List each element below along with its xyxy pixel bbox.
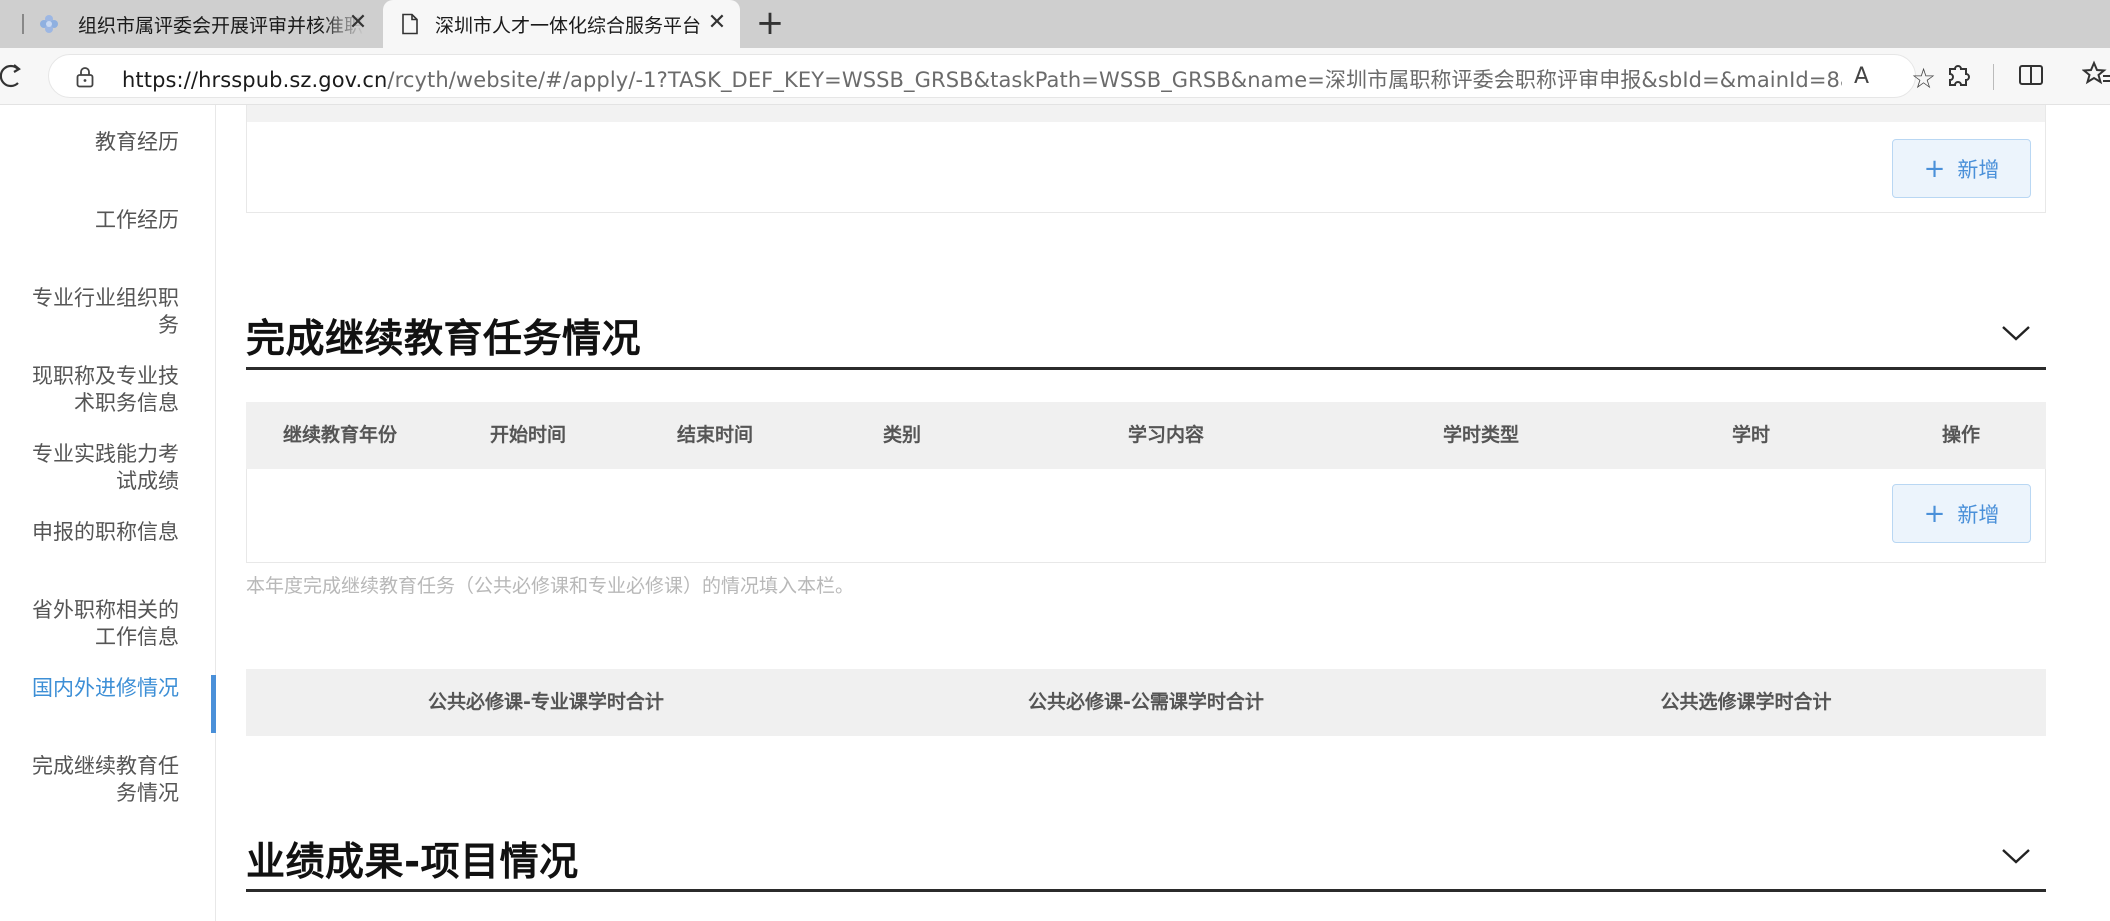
favorite-star-icon[interactable]: ☆ [1911,62,1936,95]
continuing-education-table-header: 继续教育年份 开始时间 结束时间 类别 学习内容 学时类型 学时 操作 [246,402,2046,469]
continuing-education-table-body: + 新增 [246,469,2046,563]
browser-tab-active[interactable]: 深圳市人才一体化综合服务平台 ✕ [383,0,740,48]
section-nav-sidebar: 教育经历 工作经历 专业行业组织职务 现职称及专业技术职务信息 专业实践能力考试… [0,105,216,921]
column-header: 操作 [1941,424,1980,446]
reload-icon[interactable] [0,60,24,90]
section-divider [246,889,2046,892]
plus-icon: + [1923,153,1946,184]
add-button[interactable]: + 新增 [1892,484,2031,543]
sidebar-item-practice-exam[interactable]: 专业实践能力考试成绩 [19,441,179,495]
sidebar-item-continuing-education[interactable]: 完成继续教育任务情况 [19,753,179,807]
lock-icon[interactable] [75,66,95,88]
main-content: + 新增 完成继续教育任务情况 继续教育年份 开始时间 结束时间 类别 学习内容… [246,105,2046,921]
section-divider [246,367,2046,370]
url-text[interactable]: https://hrsspub.sz.gov.cn/rcyth/website/… [122,64,1842,94]
column-header: 结束时间 [676,424,753,446]
sidebar-item-out-of-province-work[interactable]: 省外职称相关的工作信息 [19,597,179,651]
toolbar-separator [1993,64,1994,90]
tab-close-icon[interactable]: ✕ [705,12,729,36]
extensions-puzzle-icon[interactable] [1944,60,1974,90]
tab-close-icon[interactable]: ✕ [346,12,370,36]
address-bar[interactable]: https://hrsspub.sz.gov.cn/rcyth/website/… [48,54,1936,98]
previous-section-table-body: + 新增 [246,105,2046,213]
column-header: 继续教育年份 [282,424,397,446]
browser-toolbar: https://hrsspub.sz.gov.cn/rcyth/website/… [0,48,2110,105]
active-item-indicator [211,675,216,733]
section-title-continuing-education: 完成继续教育任务情况 [246,317,642,362]
sidebar-item-current-title[interactable]: 现职称及专业技术职务信息 [19,363,179,417]
column-header: 公共必修课-专业课学时合计 [428,691,664,713]
column-header: 学习内容 [1127,424,1204,446]
favorites-list-icon[interactable] [2082,60,2110,90]
read-aloud-icon[interactable]: A [1854,64,1869,89]
section-title-achievements-projects: 业绩成果-项目情况 [246,840,579,885]
sidebar-item-applied-title[interactable]: 申报的职称信息 [19,519,179,546]
document-icon [402,13,418,35]
hours-summary-table-header: 公共必修课-专业课学时合计 公共必修课-公需课学时合计 公共选修课学时合计 [246,669,2046,736]
column-header: 类别 [882,424,921,446]
plus-icon: + [1923,498,1946,529]
column-header: 公共必修课-公需课学时合计 [1028,691,1264,713]
browser-tab-bar: 组织市属评委会开展评审并核准职称 ✕ 深圳市人才一体化综合服务平台 ✕ + [0,0,2110,48]
column-header: 学时类型 [1442,424,1519,446]
sidebar-item-work-experience[interactable]: 工作经历 [19,207,179,234]
chevron-down-icon[interactable] [2001,846,2031,866]
url-path: /rcyth/website/#/apply/-1?TASK_DEF_KEY=W… [387,68,1842,92]
chevron-down-icon[interactable] [2001,323,2031,343]
add-button-label: 新增 [1957,502,2000,527]
table-header-strip [247,105,2045,122]
url-host: https://hrsspub.sz.gov.cn [122,68,388,92]
tab-title: 组织市属评委会开展评审并核准职称 [78,15,364,37]
column-header: 公共选修课学时合计 [1660,691,1832,713]
favicon-flower-icon [40,15,58,33]
split-screen-icon[interactable] [2016,60,2046,90]
add-button-label: 新增 [1957,157,2000,182]
column-header: 开始时间 [489,424,566,446]
sidebar-item-further-study[interactable]: 国内外进修情况 [19,675,179,702]
tab-title: 深圳市人才一体化综合服务平台 [435,15,702,37]
add-button[interactable]: + 新增 [1892,139,2031,198]
column-header: 学时 [1731,424,1770,446]
help-text: 本年度完成继续教育任务（公共必修课和专业必修课）的情况填入本栏。 [246,575,855,597]
browser-tab-inactive[interactable]: 组织市属评委会开展评审并核准职称 ✕ [22,0,382,48]
new-tab-button[interactable]: + [752,6,788,42]
sidebar-item-professional-organization[interactable]: 专业行业组织职务 [19,285,179,339]
sidebar-item-education[interactable]: 教育经历 [19,129,179,156]
